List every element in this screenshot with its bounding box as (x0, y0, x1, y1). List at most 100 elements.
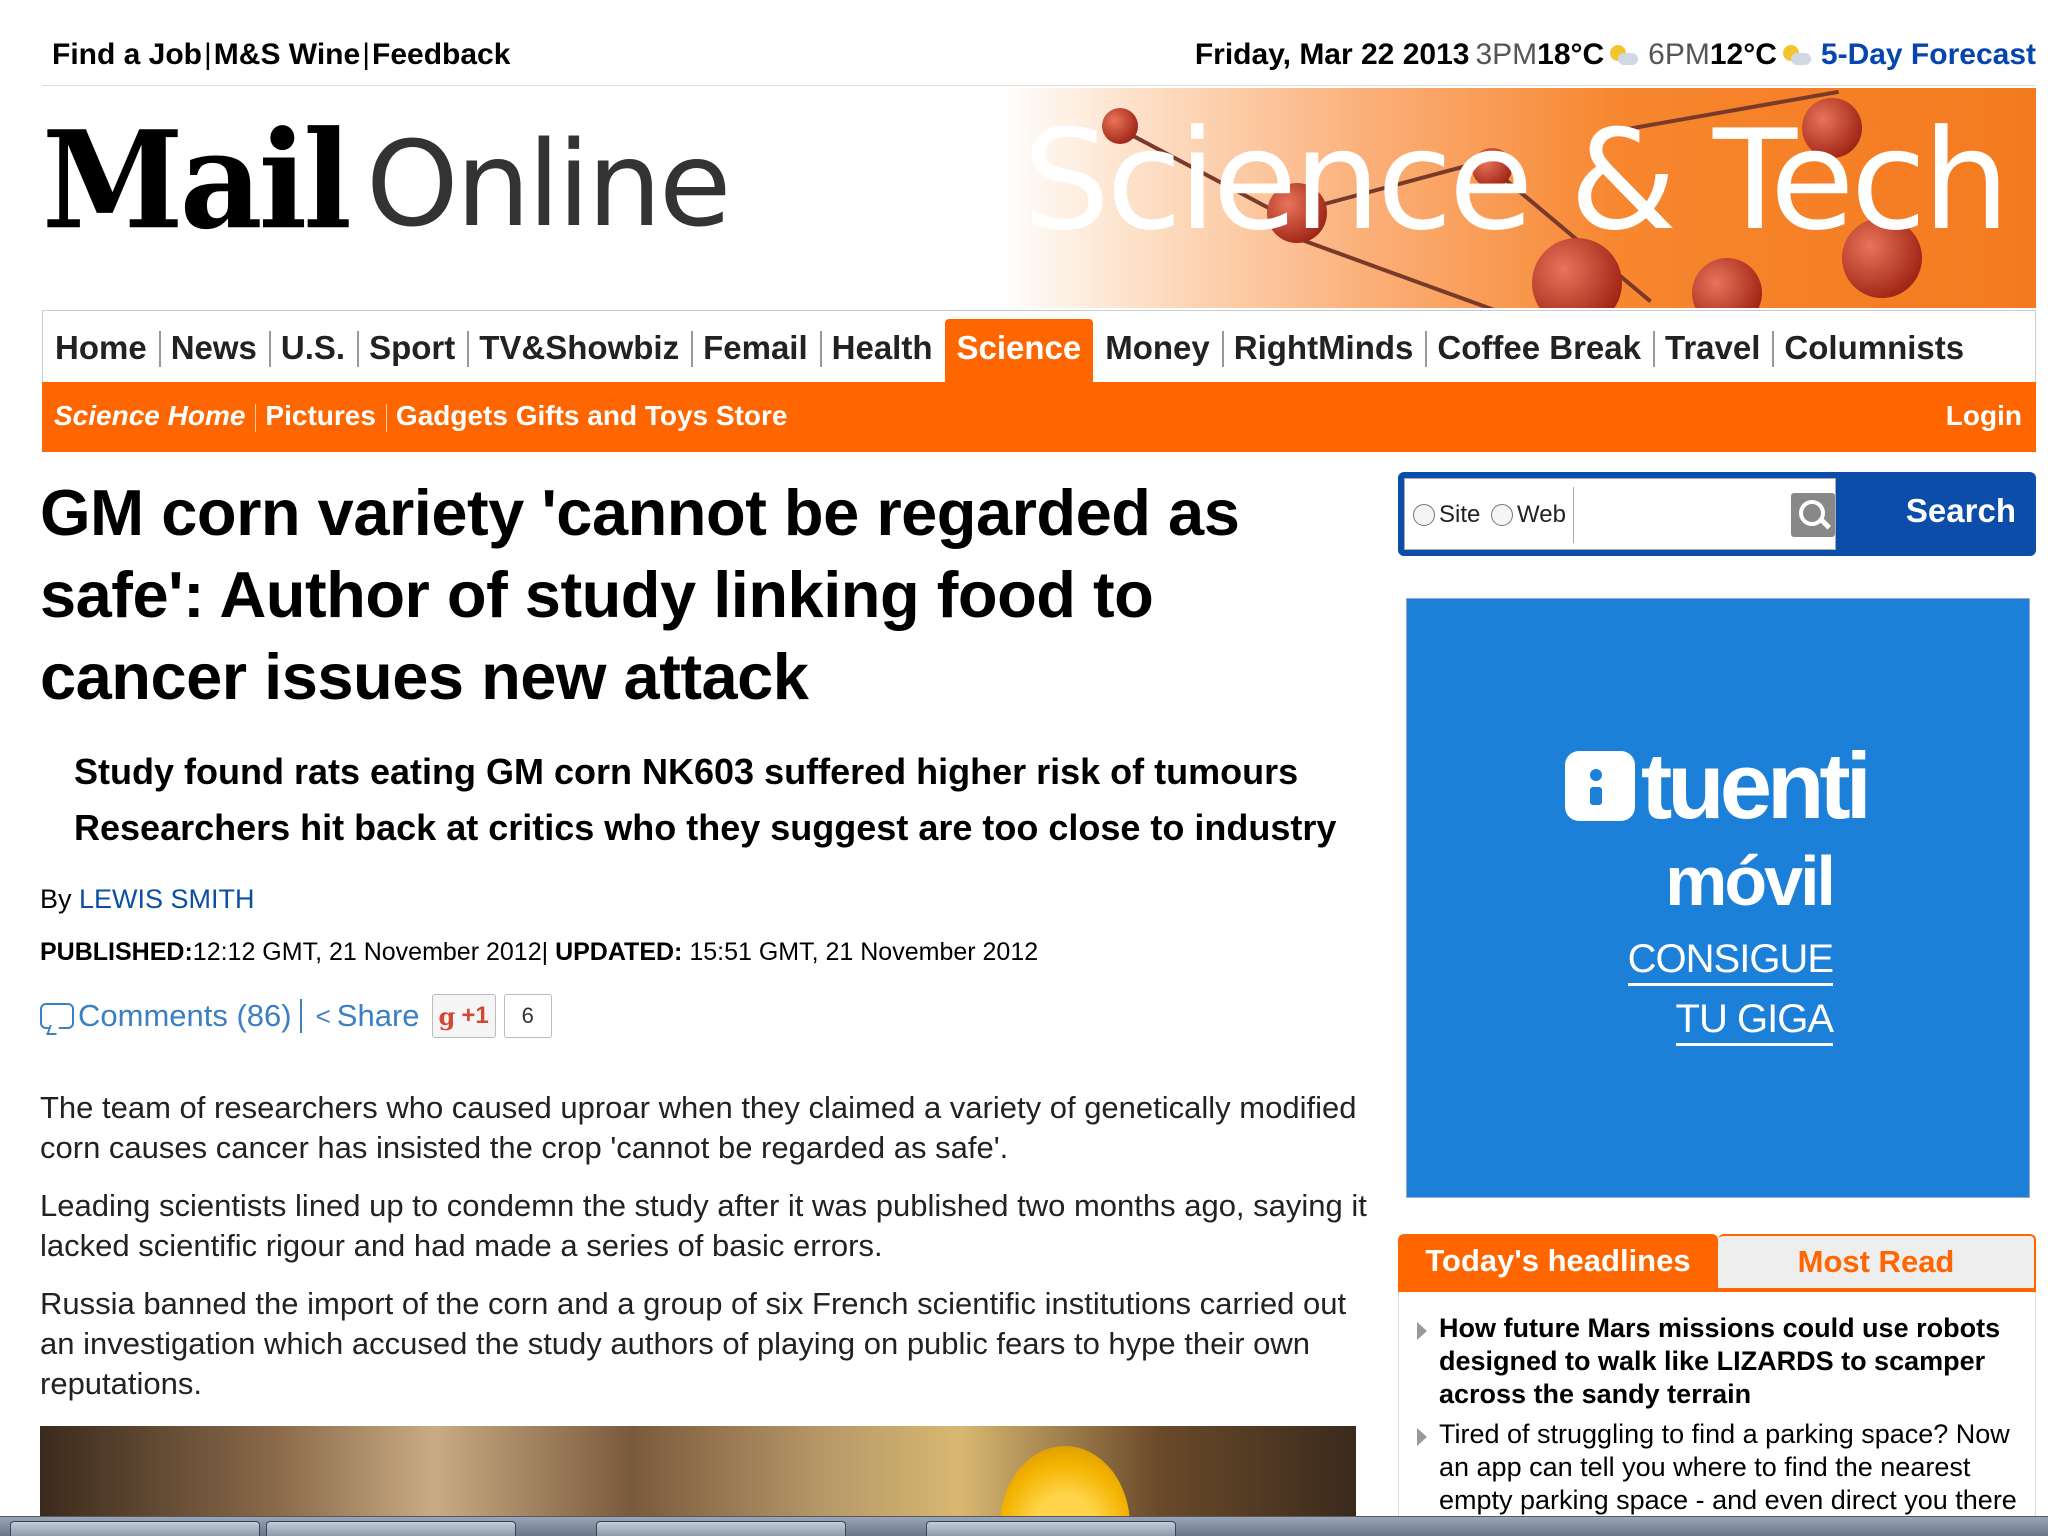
article-paragraph: The team of researchers who caused uproa… (40, 1090, 1357, 1165)
comment-icon[interactable] (40, 1003, 74, 1029)
mailonline-logo[interactable]: Mail Online (42, 102, 731, 260)
site-header: Mail Online Science & Tech (42, 88, 2036, 308)
tuenti-advertisement[interactable]: tuenti móvil CONSIGUE TU GIGA (1406, 598, 2030, 1198)
find-a-job-link[interactable]: Find a Job (52, 38, 202, 72)
nav-rightminds[interactable]: RightMinds (1221, 311, 1426, 383)
search-input[interactable] (1581, 489, 1771, 541)
nav-science[interactable]: Science (944, 319, 1094, 383)
tab-most-read[interactable]: Most Read (1718, 1234, 2036, 1288)
current-date: Friday, Mar 22 2013 (1194, 38, 1470, 71)
share-icon[interactable]: < (316, 1001, 331, 1032)
nav-columnists[interactable]: Columnists (1772, 311, 1976, 383)
article-body: The team of researchers who caused uproa… (40, 1088, 1370, 1422)
separator: | (362, 38, 370, 71)
weather-temp-1: 18°C (1537, 38, 1605, 71)
social-bar: Comments (86) < Share g +1 6 (40, 994, 552, 1038)
os-taskbar (0, 1516, 2048, 1536)
separator: | (204, 38, 212, 71)
comments-link[interactable]: Comments (86) (78, 998, 292, 1034)
google-plus-label: +1 (461, 1002, 489, 1029)
taskbar-button[interactable] (596, 1521, 846, 1536)
taskbar-button[interactable] (10, 1521, 260, 1536)
google-plus-icon: g (438, 1001, 456, 1031)
divider (1573, 487, 1574, 543)
search-box: Site Web (1404, 478, 1836, 550)
nav-sport[interactable]: Sport (357, 311, 467, 383)
byline: By LEWIS SMITH (40, 884, 255, 915)
article-paragraph: Leading scientists lined up to condemn t… (40, 1188, 1367, 1263)
weather-temp-2: 12°C (1709, 38, 1777, 71)
radio-button[interactable] (1491, 504, 1513, 526)
author-link[interactable]: LEWIS SMITH (79, 884, 255, 914)
ms-wine-link[interactable]: M&S Wine (214, 38, 360, 72)
weather-time-2: 6PM (1648, 38, 1710, 71)
section-banner: Science & Tech (1002, 88, 2036, 308)
nav-tvshowbiz[interactable]: TV&Showbiz (467, 311, 691, 383)
share-link[interactable]: Share (337, 998, 420, 1034)
nav-coffee-break[interactable]: Coffee Break (1425, 311, 1653, 383)
search-scope-web[interactable]: Web (1491, 501, 1566, 529)
radio-button[interactable] (1413, 504, 1435, 526)
login-link[interactable]: Login (1946, 400, 2022, 432)
nav-health[interactable]: Health (819, 311, 945, 383)
main-nav: Home News U.S. Sport TV&Showbiz Femail H… (42, 310, 2036, 383)
article-paragraph: Russia banned the import of the corn and… (40, 1286, 1347, 1401)
five-day-forecast-link[interactable]: 5-Day Forecast (1821, 38, 2036, 72)
nav-femail[interactable]: Femail (691, 311, 820, 383)
section-subnav: Science Home Pictures Gadgets Gifts and … (42, 382, 2036, 452)
byline-prefix: By (40, 884, 72, 914)
separator (299, 999, 302, 1033)
taskbar-button[interactable] (926, 1521, 1176, 1536)
tuenti-logo: tuenti (1565, 733, 1872, 838)
chevron-right-icon (1417, 1322, 1427, 1340)
site-search: Site Web Search (1398, 472, 2036, 556)
publish-info: PUBLISHED:12:12 GMT, 21 November 2012| U… (40, 938, 1038, 967)
search-scope-site[interactable]: Site (1413, 501, 1480, 529)
ad-cta-line-2[interactable]: TU GIGA (1675, 995, 1834, 1046)
headlines-list: How future Mars missions could use robot… (1398, 1292, 2036, 1536)
utility-bar: Find a Job | M&S Wine | Feedback Friday,… (42, 30, 2036, 86)
search-icon[interactable] (1791, 493, 1835, 537)
summary-bullet: Researchers hit back at critics who they… (74, 807, 1337, 848)
article-headline: GM corn variety 'cannot be regarded as s… (40, 476, 1240, 713)
published-label: PUBLISHED: (40, 938, 193, 966)
search-scope-web-label: Web (1517, 501, 1566, 528)
headline-link[interactable]: How future Mars missions could use robot… (1439, 1312, 2019, 1411)
article-summary: Study found rats eating GM corn NK603 su… (74, 744, 1354, 856)
nav-travel[interactable]: Travel (1652, 311, 1772, 383)
nav-us[interactable]: U.S. (268, 311, 357, 383)
taskbar-button[interactable] (266, 1521, 516, 1536)
updated-value: 15:51 GMT, 21 November 2012 (689, 938, 1039, 966)
tuenti-icon (1565, 751, 1635, 821)
weather-time-1: 3PM (1475, 38, 1538, 71)
partly-cloudy-icon (1608, 43, 1639, 67)
subnav-gadgets-store[interactable]: Gadgets Gifts and Toys Store (385, 400, 798, 432)
subnav-pictures[interactable]: Pictures (255, 400, 386, 432)
logo-mail: Mail (42, 102, 352, 260)
google-plus-button[interactable]: g +1 (431, 994, 496, 1038)
updated-label: UPDATED: (555, 938, 683, 966)
nav-money[interactable]: Money (1093, 311, 1222, 383)
ad-brand: tuenti (1641, 733, 1872, 838)
section-title: Science & Tech (1022, 100, 2010, 261)
google-plus-count: 6 (503, 994, 552, 1038)
subnav-science-home[interactable]: Science Home (54, 400, 255, 432)
utility-links: Find a Job | M&S Wine | Feedback (52, 38, 510, 72)
search-scope-site-label: Site (1439, 501, 1481, 528)
tab-todays-headlines[interactable]: Today's headlines (1398, 1234, 1718, 1288)
weather-widget: Friday, Mar 22 2013 3PM 18°C 6PM 12°C 5-… (1195, 38, 2036, 72)
partly-cloudy-icon (1781, 43, 1811, 67)
molecule-atom (1692, 258, 1762, 308)
nav-home[interactable]: Home (43, 311, 159, 383)
chevron-right-icon (1417, 1428, 1427, 1446)
nav-news[interactable]: News (158, 311, 269, 383)
ad-cta-line-1[interactable]: CONSIGUE (1627, 935, 1834, 986)
headline-link[interactable]: Tired of struggling to find a parking sp… (1439, 1418, 2019, 1517)
search-button[interactable]: Search (1906, 492, 2016, 530)
headlines-tabs: Today's headlines Most Read (1398, 1234, 2036, 1288)
published-value: 12:12 GMT, 21 November 2012 (192, 938, 542, 966)
ad-subtitle: móvil (1665, 842, 1836, 920)
separator: | (541, 938, 556, 966)
feedback-link[interactable]: Feedback (372, 38, 510, 72)
summary-bullet: Study found rats eating GM corn NK603 su… (74, 751, 1299, 792)
